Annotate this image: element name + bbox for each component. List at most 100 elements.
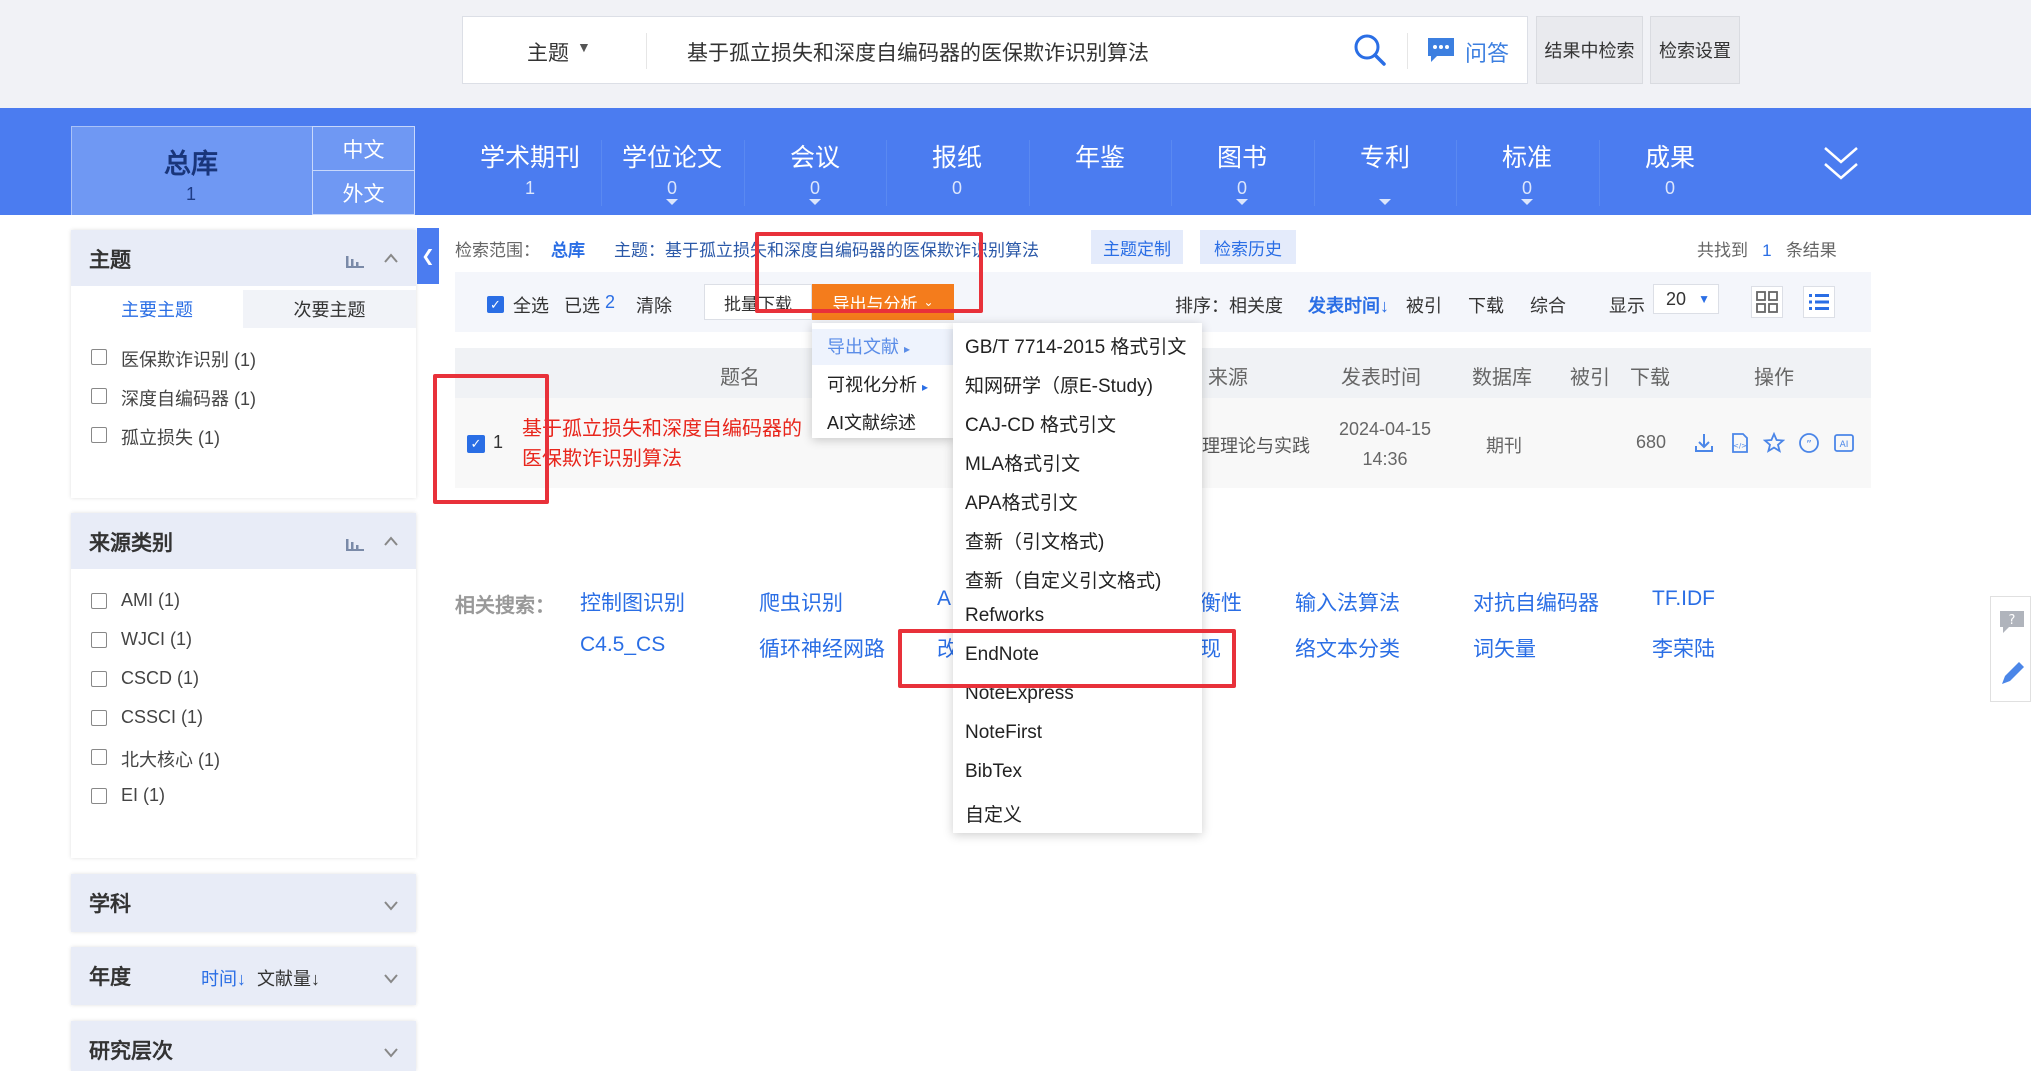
search-in-results-button[interactable]: 结果中检索 (1536, 16, 1643, 84)
filter-checkbox[interactable] (91, 710, 107, 726)
format-novelty-custom[interactable]: 查新（自定义引文格式) (965, 566, 1161, 593)
filter-checkbox[interactable] (91, 632, 107, 648)
caret-right-icon[interactable]: ▸ (922, 380, 928, 394)
filter-checkbox[interactable] (91, 749, 107, 765)
ai-assistant-icon[interactable]: AI (1833, 432, 1855, 459)
filter-checkbox[interactable] (91, 671, 107, 687)
result-title-link[interactable]: 基于孤立损失和深度自编码器的医保欺诈识别算法 (522, 414, 812, 474)
filter-checkbox[interactable] (91, 349, 107, 365)
html-read-icon[interactable]: </> (1729, 432, 1751, 459)
format-mla[interactable]: MLA格式引文 (965, 449, 1080, 476)
filter-item-label[interactable]: EI (1) (121, 785, 165, 806)
bar-chart-icon[interactable] (346, 535, 364, 556)
chevron-up-icon[interactable] (384, 533, 398, 549)
format-custom[interactable]: 自定义 (965, 800, 1022, 827)
related-search-link[interactable]: C4.5_CS (580, 633, 665, 657)
related-search-link[interactable]: 输入法算法 (1295, 587, 1400, 617)
collapse-sidebar-button[interactable]: ❮ (417, 228, 439, 284)
search-input[interactable]: 基于孤立损失和深度自编码器的医保欺诈识别算法 (687, 37, 1149, 67)
year-sort-time-label[interactable]: 时间 (201, 969, 237, 989)
clear-selection-button[interactable]: 清除 (636, 292, 672, 318)
quote-icon[interactable]: ” (1798, 432, 1820, 459)
sort-relevance[interactable]: 相关度 (1229, 292, 1283, 318)
search-box[interactable]: 主题 ▼ 基于孤立损失和深度自编码器的医保欺诈识别算法 问答 (462, 16, 1528, 84)
related-search-link[interactable]: 衡性 (1200, 587, 1242, 617)
download-icon[interactable] (1693, 432, 1715, 459)
year-sort-count-label[interactable]: 文献量 (257, 969, 311, 989)
sort-publish-time-label[interactable]: 发表时间 (1308, 296, 1380, 316)
related-search-link[interactable]: 络文本分类 (1295, 633, 1400, 663)
sort-cited[interactable]: 被引 (1406, 292, 1442, 318)
format-notefirst[interactable]: NoteFirst (965, 722, 1042, 744)
related-search-link[interactable]: 控制图识别 (580, 587, 685, 617)
chevron-up-icon[interactable] (384, 250, 398, 266)
tab-books[interactable]: 图书 (1171, 138, 1313, 174)
format-apa[interactable]: APA格式引文 (965, 488, 1078, 515)
format-estudy[interactable]: 知网研学（原E-Study) (965, 371, 1153, 398)
related-search-link[interactable]: 李荣陆 (1652, 633, 1715, 663)
tab-patents[interactable]: 专利 (1314, 138, 1456, 174)
filter-checkbox[interactable] (91, 427, 107, 443)
format-bibtex[interactable]: BibTex (965, 761, 1022, 783)
format-refworks[interactable]: Refworks (965, 605, 1044, 627)
sort-publish-time[interactable]: 发表时间↓ (1308, 292, 1389, 318)
page-size-select[interactable]: 20 ▼ (1653, 284, 1719, 314)
sort-composite[interactable]: 综合 (1530, 292, 1566, 318)
menu-item-visual-analysis[interactable]: 可视化分析 ▸ (827, 371, 928, 397)
related-search-link[interactable]: A (937, 587, 951, 611)
feedback-icon[interactable]: ? (1997, 607, 2027, 642)
caret-right-icon[interactable]: ▸ (904, 342, 910, 356)
caret-down-icon[interactable]: ▼ (577, 39, 591, 55)
topic-subscribe-button[interactable]: 主题定制 (1091, 230, 1183, 264)
tab-achievements[interactable]: 成果 (1599, 138, 1741, 174)
list-view-icon[interactable] (1803, 286, 1835, 318)
result-source[interactable]: 理理论与实践 (1202, 432, 1310, 458)
tab-foreign[interactable]: 外文 (312, 171, 415, 215)
filter-item-label[interactable]: CSSCI (1) (121, 707, 203, 728)
search-category-select[interactable]: 主题 (527, 37, 569, 67)
format-cajcd[interactable]: CAJ-CD 格式引文 (965, 410, 1116, 437)
related-search-link[interactable]: 词矢量 (1473, 633, 1536, 663)
chevron-left-icon[interactable]: ❮ (421, 246, 434, 266)
bar-chart-icon[interactable] (346, 252, 364, 273)
subject-filter-header[interactable]: 学科 (71, 874, 416, 932)
related-search-link[interactable]: 对抗自编码器 (1473, 587, 1599, 617)
filter-item-label[interactable]: 深度自编码器 (1) (121, 385, 256, 411)
filter-checkbox[interactable] (91, 593, 107, 609)
chevron-down-icon[interactable] (384, 1045, 398, 1061)
search-history-button[interactable]: 检索历史 (1200, 230, 1296, 264)
tab-main-topic[interactable]: 主要主题 (71, 290, 243, 328)
level-filter-header[interactable]: 研究层次 (71, 1021, 416, 1071)
menu-item-export-citations-label[interactable]: 导出文献 (827, 337, 899, 357)
chat-icon[interactable] (1425, 35, 1457, 70)
related-search-link[interactable]: TF.IDF (1652, 587, 1715, 611)
caret-down-icon[interactable]: ▼ (1698, 285, 1710, 313)
tab-yearbooks[interactable]: 年鉴 (1029, 138, 1171, 174)
source-filter-header[interactable]: 来源类别 (71, 513, 416, 569)
search-settings-button[interactable]: 检索设置 (1650, 16, 1740, 84)
tab-chinese[interactable]: 中文 (312, 126, 415, 171)
filter-item-label[interactable]: AMI (1) (121, 590, 180, 611)
filter-item-label[interactable]: 医保欺诈识别 (1) (121, 346, 256, 372)
selected-count[interactable]: 2 (605, 292, 615, 313)
filter-item-label[interactable]: 北大核心 (1) (121, 746, 220, 772)
tab-total-library-label[interactable]: 总库 (124, 142, 258, 181)
tab-newspapers[interactable]: 报纸 (886, 138, 1028, 174)
tab-journals[interactable]: 学术期刊 (459, 138, 601, 174)
sort-download[interactable]: 下载 (1468, 292, 1504, 318)
select-all-checkbox[interactable]: ✓ (487, 296, 504, 313)
filter-item-label[interactable]: CSCD (1) (121, 668, 199, 689)
favorite-star-icon[interactable] (1762, 431, 1786, 459)
filter-checkbox[interactable] (91, 388, 107, 404)
filter-item-label[interactable]: WJCI (1) (121, 629, 192, 650)
tab-standards[interactable]: 标准 (1456, 138, 1598, 174)
format-gbt7714[interactable]: GB/T 7714-2015 格式引文 (965, 332, 1186, 359)
scope-value[interactable]: 总库 (551, 236, 585, 261)
chevron-down-icon[interactable] (384, 971, 398, 987)
menu-item-visual-analysis-label[interactable]: 可视化分析 (827, 375, 917, 395)
tab-secondary-topic[interactable]: 次要主题 (243, 290, 416, 328)
year-filter-header[interactable]: 年度 时间↓ 文献量↓ (71, 947, 416, 1005)
tab-conferences[interactable]: 会议 (744, 138, 886, 174)
menu-item-export-citations[interactable]: 导出文献 ▸ (812, 329, 954, 365)
select-all-label[interactable]: 全选 (513, 292, 549, 318)
